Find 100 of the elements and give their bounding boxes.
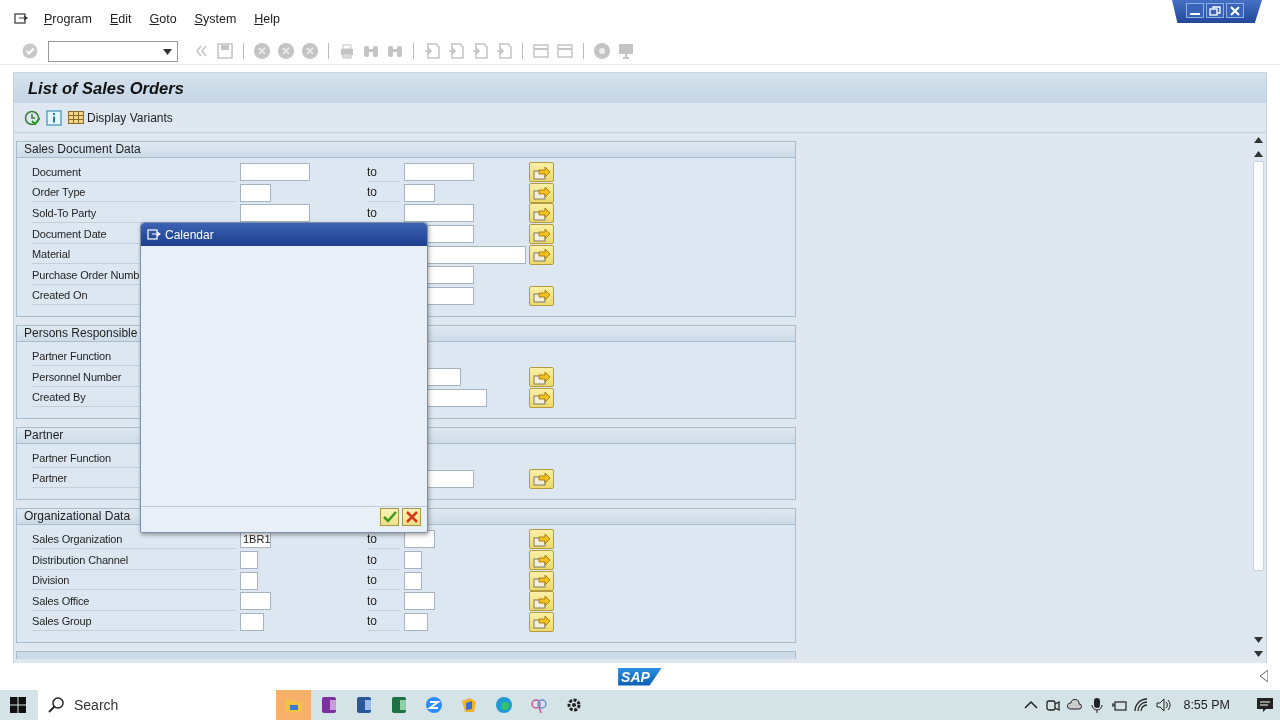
check-icon [382,511,397,523]
field-label: Division [32,571,236,591]
round-button-icon[interactable] [253,42,271,60]
folder-arrow-icon [532,205,551,222]
dialog-title: Calendar [165,226,214,244]
folder-arrow-icon [532,184,551,202]
execute-icon[interactable] [24,109,40,126]
clock-time[interactable]: 8:55 PM [1183,695,1230,715]
multiple-selection-button[interactable] [529,591,554,612]
wifi-icon[interactable] [1133,697,1150,713]
input-field[interactable] [404,204,474,223]
input-field[interactable] [240,571,258,590]
to-label: to [367,550,400,570]
multiple-selection-button[interactable] [529,387,554,408]
folder-button[interactable] [276,690,311,720]
collapse-arrow-icon[interactable] [1260,670,1268,682]
window-menu-icon[interactable] [14,12,28,26]
round-button-icon[interactable] [277,42,295,60]
save-icon[interactable] [216,42,234,60]
input-field[interactable] [404,571,422,590]
field-label: Sales Group [32,612,236,632]
multiple-selection-button[interactable] [529,203,554,224]
multiple-selection-button[interactable] [529,367,554,388]
close-icon [1227,3,1243,18]
restore-icon [1207,3,1223,18]
menu-item[interactable]: Help [254,9,280,29]
multiple-selection-button[interactable] [529,468,554,489]
minimize-button[interactable] [1186,3,1204,18]
window-icon[interactable] [556,42,574,60]
round-button-icon[interactable] [301,42,319,60]
field-label: Distribution Channel [32,550,236,570]
scroll-thumb[interactable] [1253,161,1264,571]
multiple-selection-button[interactable] [529,224,554,245]
close-button[interactable] [1226,3,1244,18]
check-icon[interactable] [22,43,38,59]
microphone-icon[interactable] [1089,697,1106,713]
logo: SAP [618,667,662,686]
folder-arrow-icon [532,287,551,305]
search-field[interactable]: Search [38,690,276,720]
folder-arrow-icon [532,572,551,590]
notification-icon[interactable] [1256,696,1274,714]
to-label: to [367,183,400,203]
input-field[interactable] [404,592,435,611]
multiple-selection-button[interactable] [529,570,554,591]
multiple-selection-button[interactable] [529,611,554,632]
input-field[interactable] [240,163,310,182]
multiple-selection-button[interactable] [529,285,554,306]
field-label: Sales Office [32,591,236,611]
chat-app-icon [423,695,444,715]
window-menu-icon[interactable] [147,228,161,241]
help-icon[interactable] [593,42,611,60]
folder-arrow-icon [532,613,551,631]
input-field[interactable] [404,551,422,569]
field-label: Document [32,162,236,182]
window-icon[interactable] [532,42,550,60]
close-icon [405,511,418,523]
folder-arrow-icon [532,470,551,488]
info-icon[interactable] [46,109,62,126]
to-label: to [367,162,400,182]
dropdown-arrow-icon[interactable] [163,48,172,55]
menu-item[interactable]: Program [44,9,92,29]
input-field[interactable] [240,592,271,611]
windows-logo-icon[interactable] [9,697,26,713]
variants-button[interactable]: Display Variants [68,108,173,127]
printer-icon[interactable] [338,42,356,60]
speaker-icon[interactable] [1155,697,1172,713]
input-field[interactable] [404,183,435,202]
multiple-selection-button[interactable] [529,182,554,203]
monitor-icon[interactable] [617,42,635,60]
menu-item[interactable]: Edit [109,9,132,29]
camera-icon[interactable] [1045,697,1062,713]
input-field[interactable] [240,612,264,631]
input-field[interactable] [240,551,258,569]
to-label: to [367,612,400,632]
browser-icon [493,695,514,715]
multiple-selection-button[interactable] [529,244,554,265]
menu-item[interactable]: System [194,9,237,29]
cloud-icon[interactable] [1067,697,1084,713]
folder-arrow-icon [532,246,551,264]
page-arrow-icon[interactable] [423,42,441,60]
page-arrow-icon[interactable] [447,42,465,60]
multiple-selection-button[interactable] [529,162,554,183]
cancel-button[interactable] [402,508,421,526]
command-field[interactable] [48,40,178,62]
page-arrow-icon[interactable] [471,42,489,60]
minimize-icon [1190,13,1200,15]
input-field[interactable] [240,204,310,223]
restore-button[interactable] [1206,3,1224,18]
input-field[interactable] [240,183,271,202]
input-field[interactable] [404,163,474,182]
page-arrow-icon[interactable] [495,42,513,60]
menu-item[interactable]: Goto [149,9,177,29]
page-title: List of Sales Orders [28,77,184,99]
multiple-selection-button[interactable] [529,550,554,570]
table-grid-icon [68,111,84,124]
search-icon [48,697,64,713]
section-title: Sales Document Data [17,142,795,158]
input-field[interactable] [404,612,428,631]
multiple-selection-button[interactable] [529,529,554,550]
confirm-button[interactable] [380,508,399,526]
